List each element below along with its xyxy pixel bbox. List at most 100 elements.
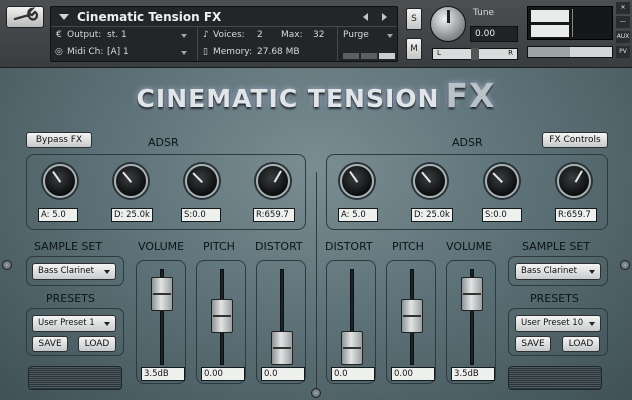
bypass-fx-button[interactable]: Bypass FX — [26, 132, 92, 148]
distort-value-right[interactable]: 0.0 — [331, 367, 375, 381]
tune-knob[interactable] — [430, 6, 466, 42]
release-value-right[interactable]: R:659.7 — [555, 208, 597, 222]
chevron-down-icon — [104, 270, 110, 274]
attack-knob-left[interactable] — [43, 164, 77, 198]
sustain-value-right[interactable]: S:0.0 — [482, 208, 522, 222]
preset-dropdown-right[interactable]: User Preset 10 — [515, 315, 601, 332]
collapse-arrow-icon[interactable] — [59, 14, 69, 20]
logo-fx-text: FX — [445, 76, 496, 115]
sample-set-dropdown-right[interactable]: Bass Clarinet — [515, 263, 601, 280]
knob-indicator — [52, 170, 62, 183]
minimize-icon[interactable]: — — [616, 16, 630, 28]
pitch-value-left[interactable]: 0.00 — [201, 367, 245, 381]
volume-slider[interactable] — [527, 46, 613, 58]
midi-dropdown-icon[interactable] — [181, 51, 187, 55]
adsr-title-right: ADSR — [452, 136, 483, 149]
sample-set-title-left: SAMPLE SET — [34, 240, 103, 253]
logo-text: CINEMATIC TENSION — [136, 84, 440, 113]
fader-title-right-0: DISTORT — [325, 240, 373, 253]
volume-value-left[interactable]: 3.5dB — [141, 367, 185, 381]
volume-fader-right[interactable]: 3.5dB — [446, 260, 496, 384]
output-dropdown-icon[interactable] — [181, 34, 187, 38]
mute-button[interactable]: M — [406, 38, 422, 60]
screw-left — [2, 260, 12, 270]
disk-meter — [379, 53, 395, 59]
distort-fader-right[interactable]: 0.0 — [326, 260, 376, 384]
tune-label: Tune — [473, 8, 495, 18]
sample-set-title-right: SAMPLE SET — [522, 240, 591, 253]
level-meter — [527, 6, 613, 40]
instrument-panel: CINEMATIC TENSION FX Bypass FX ADSR A: 5.… — [0, 68, 632, 400]
midi-label: Midi Ch: — [67, 47, 104, 57]
output-value[interactable]: st. 1 — [107, 30, 127, 40]
chevron-down-icon — [589, 322, 595, 326]
aux-button[interactable]: AUX — [616, 31, 630, 43]
purge-menu[interactable]: Purge — [343, 30, 369, 40]
voices-label: Voices: — [213, 30, 245, 40]
memory-icon: ▯ — [203, 47, 208, 57]
midi-value[interactable]: [A] 1 — [107, 47, 129, 57]
save-button-right[interactable]: SAVE — [515, 336, 551, 352]
memory-label: Memory: — [213, 47, 252, 57]
save-button-left[interactable]: SAVE — [32, 336, 68, 352]
distort-value-left[interactable]: 0.0 — [261, 367, 305, 381]
attack-value-left[interactable]: A: 5.0 — [38, 208, 78, 222]
wrench-icon[interactable] — [6, 6, 44, 28]
decay-value-left[interactable]: D: 25.0k — [111, 208, 153, 222]
volume-fill — [528, 47, 570, 57]
chevron-down-icon — [589, 270, 595, 274]
fader-handle[interactable] — [271, 331, 293, 365]
sustain-knob-right[interactable] — [485, 164, 519, 198]
distort-fader-left[interactable]: 0.0 — [256, 260, 306, 384]
decay-value-right[interactable]: D: 25.0k — [411, 208, 453, 222]
next-instrument-icon[interactable] — [382, 13, 387, 21]
fader-handle[interactable] — [211, 299, 233, 333]
sustain-value-left[interactable]: S:0.0 — [181, 208, 221, 222]
cpu-meter-1 — [343, 53, 359, 59]
solo-button[interactable]: S — [406, 8, 422, 30]
fader-title-left-2: DISTORT — [255, 240, 303, 253]
load-button-right[interactable]: LOAD — [562, 336, 600, 352]
close-icon[interactable]: ✕ — [616, 2, 630, 14]
sample-set-dropdown-left[interactable]: Bass Clarinet — [32, 263, 116, 280]
release-value-left[interactable]: R:659.7 — [253, 208, 295, 222]
pitch-value-right[interactable]: 0.00 — [391, 367, 435, 381]
sample-set-value-left: Bass Clarinet — [38, 266, 94, 276]
output-label: Output: — [67, 30, 102, 40]
load-button-left[interactable]: LOAD — [78, 336, 116, 352]
pitch-fader-right[interactable]: 0.00 — [386, 260, 436, 384]
instrument-title[interactable]: Cinematic Tension FX — [77, 10, 221, 24]
screw-bottom — [311, 388, 321, 398]
release-knob-left[interactable] — [256, 164, 290, 198]
release-knob-right[interactable] — [557, 164, 591, 198]
speaker-grille-left — [28, 366, 122, 390]
preset-dropdown-left[interactable]: User Preset 1 — [32, 315, 116, 332]
attack-value-right[interactable]: A: 5.0 — [338, 208, 378, 222]
output-icon: € — [56, 30, 62, 40]
max-voices-value[interactable]: 32 — [313, 30, 324, 40]
prev-instrument-icon[interactable] — [363, 13, 368, 21]
sample-set-value-right: Bass Clarinet — [521, 266, 577, 276]
presets-title-left: PRESETS — [46, 292, 95, 305]
meter-left — [531, 10, 569, 22]
pv-button[interactable]: PV — [616, 46, 630, 58]
purge-dropdown-icon[interactable] — [387, 34, 393, 38]
fader-handle[interactable] — [461, 276, 483, 311]
fader-handle[interactable] — [151, 276, 173, 311]
sustain-knob-left[interactable] — [185, 164, 219, 198]
fx-controls-button[interactable]: FX Controls — [542, 132, 608, 148]
pan-slider[interactable]: L R — [432, 48, 518, 60]
pitch-fader-left[interactable]: 0.00 — [196, 260, 246, 384]
volume-fader-left[interactable]: 3.5dB — [136, 260, 186, 384]
decay-knob-right[interactable] — [413, 164, 447, 198]
tune-value[interactable]: 0.00 — [470, 26, 518, 42]
fader-handle[interactable] — [401, 299, 423, 333]
attack-knob-right[interactable] — [340, 164, 374, 198]
volume-value-right[interactable]: 3.5dB — [451, 367, 495, 381]
knob-indicator — [349, 170, 359, 183]
fader-title-left-1: PITCH — [203, 240, 235, 253]
decay-knob-left[interactable] — [114, 164, 148, 198]
pan-handle[interactable] — [471, 48, 479, 60]
knob-indicator — [192, 172, 203, 183]
fader-handle[interactable] — [341, 331, 363, 365]
